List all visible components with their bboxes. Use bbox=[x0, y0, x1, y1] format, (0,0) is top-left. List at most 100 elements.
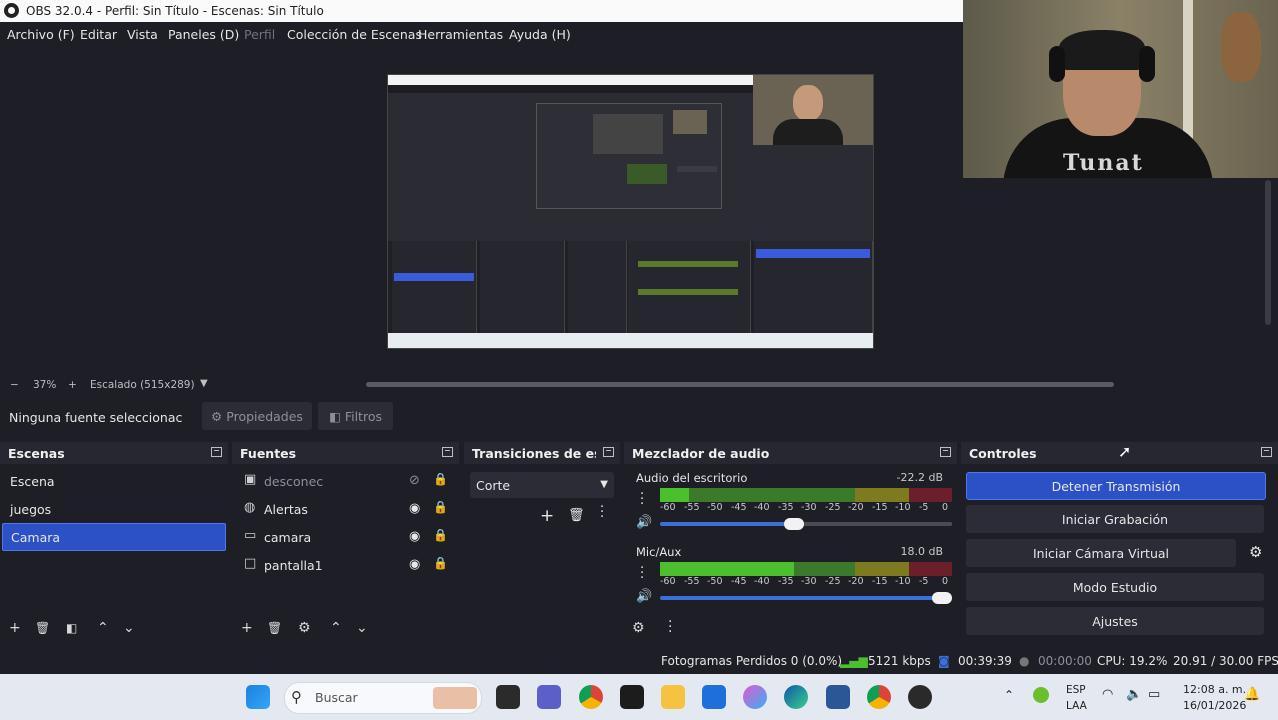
settings-button[interactable]: Ajustes bbox=[966, 607, 1264, 635]
lock-icon[interactable]: 🔒 bbox=[433, 500, 448, 514]
stop-streaming-button[interactable]: Detener Transmisión bbox=[966, 472, 1266, 500]
advanced-audio-icon[interactable]: ⚙ bbox=[632, 621, 645, 635]
undock-icon[interactable] bbox=[603, 447, 614, 457]
lock-icon[interactable]: 🔒 bbox=[433, 472, 448, 486]
tray-app-icon[interactable] bbox=[1033, 687, 1049, 703]
volume-slider[interactable] bbox=[660, 518, 952, 530]
obs-taskbar-icon[interactable] bbox=[620, 685, 644, 709]
lock-icon[interactable]: 🔒 bbox=[433, 528, 448, 542]
trash-icon[interactable]: 🗑 bbox=[568, 508, 585, 523]
add-icon[interactable]: + bbox=[241, 621, 253, 635]
more-options-icon[interactable]: · · · bbox=[600, 501, 604, 524]
menu-archivo[interactable]: Archivo (F) bbox=[7, 27, 75, 42]
zoom-in-button[interactable]: + bbox=[68, 379, 77, 391]
more-options-icon[interactable]: · · · bbox=[640, 562, 644, 585]
word-icon[interactable] bbox=[826, 685, 850, 709]
start-recording-button[interactable]: Iniciar Grabación bbox=[966, 505, 1264, 533]
scene-item[interactable]: juegos bbox=[2, 496, 226, 522]
scene-item[interactable]: Escena bbox=[2, 468, 226, 494]
slider-knob[interactable] bbox=[932, 592, 952, 604]
trash-icon[interactable]: 🗑 bbox=[267, 621, 282, 635]
controls-title: Controles bbox=[969, 446, 1037, 461]
scale-tick-label: -55 bbox=[684, 576, 700, 587]
scenes-footer: + 🗑 ◧ ⌃ ⌄ bbox=[0, 614, 228, 644]
add-icon[interactable]: + bbox=[9, 621, 21, 635]
preview-horizontal-scrollbar[interactable] bbox=[366, 382, 1114, 387]
windows-taskbar: ⚲ Buscar ⌃ ESP LAA ◠ 🔈 ▭ 12:08 a. m. 16/… bbox=[0, 674, 1278, 720]
lock-icon[interactable]: 🔒 bbox=[433, 556, 448, 570]
taskbar-search[interactable]: ⚲ Buscar bbox=[284, 682, 482, 714]
undock-icon[interactable] bbox=[1261, 447, 1272, 457]
menu-editar[interactable]: Editar bbox=[80, 27, 117, 42]
tray-chevron-icon[interactable]: ⌃ bbox=[1004, 688, 1014, 702]
scale-tick-label: -20 bbox=[848, 502, 864, 513]
undock-icon[interactable] bbox=[211, 447, 222, 457]
start-virtual-camera-button[interactable]: Iniciar Cámara Virtual bbox=[966, 539, 1236, 567]
slider-knob[interactable] bbox=[784, 518, 805, 530]
eye-icon[interactable]: ◉ bbox=[409, 529, 423, 544]
windows-start-icon[interactable] bbox=[246, 685, 270, 709]
transition-value: Corte bbox=[476, 478, 511, 493]
undock-icon[interactable] bbox=[442, 447, 453, 457]
volume-icon[interactable]: 🔈 bbox=[1126, 687, 1142, 702]
speaker-icon[interactable]: 🔊 bbox=[636, 515, 652, 530]
language-bottom[interactable]: LAA bbox=[1066, 700, 1087, 712]
language-top[interactable]: ESP bbox=[1066, 684, 1086, 696]
move-down-icon[interactable]: ⌄ bbox=[356, 621, 368, 635]
menu-vista[interactable]: Vista bbox=[127, 27, 158, 42]
menu-herramientas[interactable]: Herramientas bbox=[418, 27, 503, 42]
scale-tick-label: -45 bbox=[731, 576, 747, 587]
menu-perfil[interactable]: Perfil bbox=[244, 27, 275, 42]
scene-name: Escena bbox=[10, 474, 55, 489]
file-explorer-icon[interactable] bbox=[661, 685, 685, 709]
battery-icon[interactable]: ▭ bbox=[1148, 687, 1160, 702]
preview-vertical-scrollbar[interactable] bbox=[1265, 180, 1271, 325]
clock-date[interactable]: 16/01/2026 bbox=[1183, 699, 1246, 712]
scene-item-selected[interactable]: Camara bbox=[2, 523, 226, 551]
clock-time[interactable]: 12:08 a. m. bbox=[1183, 683, 1246, 696]
wifi-icon[interactable]: ◠ bbox=[1102, 687, 1113, 702]
chrome-icon[interactable] bbox=[579, 685, 603, 709]
source-item[interactable]: ▣ desconec ⊘ 🔒 bbox=[234, 468, 457, 494]
source-item[interactable]: □ pantalla1 ◉ 🔒 bbox=[234, 552, 457, 578]
eye-icon[interactable]: ◉ bbox=[409, 501, 423, 516]
notification-bell-icon[interactable]: 🔔 bbox=[1244, 687, 1260, 702]
menu-paneles[interactable]: Paneles (D) bbox=[168, 27, 239, 42]
gear-icon: ⚙ bbox=[211, 408, 223, 424]
store-icon[interactable] bbox=[702, 685, 726, 709]
volume-slider[interactable] bbox=[660, 592, 952, 604]
chrome-profile-icon[interactable] bbox=[867, 685, 891, 709]
preview-canvas[interactable] bbox=[387, 74, 874, 349]
studio-mode-button[interactable]: Modo Estudio bbox=[966, 573, 1264, 601]
filter-icon[interactable]: ◧ bbox=[66, 621, 77, 635]
move-down-icon[interactable]: ⌄ bbox=[123, 621, 135, 635]
move-up-icon[interactable]: ⌃ bbox=[97, 621, 109, 635]
scene-name: Camara bbox=[11, 530, 61, 545]
menu-ayuda[interactable]: Ayuda (H) bbox=[509, 27, 571, 42]
properties-button[interactable]: ⚙ Propiedades bbox=[202, 402, 312, 430]
menu-coleccion-escenas[interactable]: Colección de Escenas bbox=[287, 27, 422, 42]
more-options-icon[interactable]: · · · bbox=[640, 488, 644, 511]
transition-select[interactable]: Corte ▼ bbox=[470, 472, 614, 498]
source-item[interactable]: ▭ camara ◉ 🔒 bbox=[234, 524, 457, 550]
source-item[interactable]: ◍ Alertas ◉ 🔒 bbox=[234, 496, 457, 522]
copilot-icon[interactable] bbox=[743, 685, 767, 709]
zoom-out-button[interactable]: − bbox=[10, 379, 19, 391]
scale-dropdown-icon[interactable]: ▼ bbox=[200, 378, 208, 389]
obs-active-icon[interactable] bbox=[908, 685, 932, 709]
speaker-icon[interactable]: 🔊 bbox=[636, 589, 652, 604]
move-up-icon[interactable]: ⌃ bbox=[330, 621, 342, 635]
hidden-eye-icon[interactable]: ⊘ bbox=[409, 473, 423, 488]
add-icon[interactable]: + bbox=[540, 506, 554, 526]
task-view-icon[interactable] bbox=[496, 685, 520, 709]
edge-icon[interactable] bbox=[784, 685, 808, 709]
filters-button[interactable]: ◧ Filtros bbox=[318, 402, 393, 430]
more-options-icon[interactable]: · · · bbox=[668, 615, 672, 639]
gear-icon[interactable]: ⚙ bbox=[298, 621, 311, 635]
trash-icon[interactable]: 🗑 bbox=[35, 621, 50, 635]
gear-icon[interactable]: ⚙ bbox=[1249, 543, 1262, 561]
bitrate: 5121 kbps bbox=[868, 654, 931, 668]
teams-icon[interactable] bbox=[537, 685, 561, 709]
eye-icon[interactable]: ◉ bbox=[409, 557, 423, 572]
undock-icon[interactable] bbox=[940, 447, 951, 457]
